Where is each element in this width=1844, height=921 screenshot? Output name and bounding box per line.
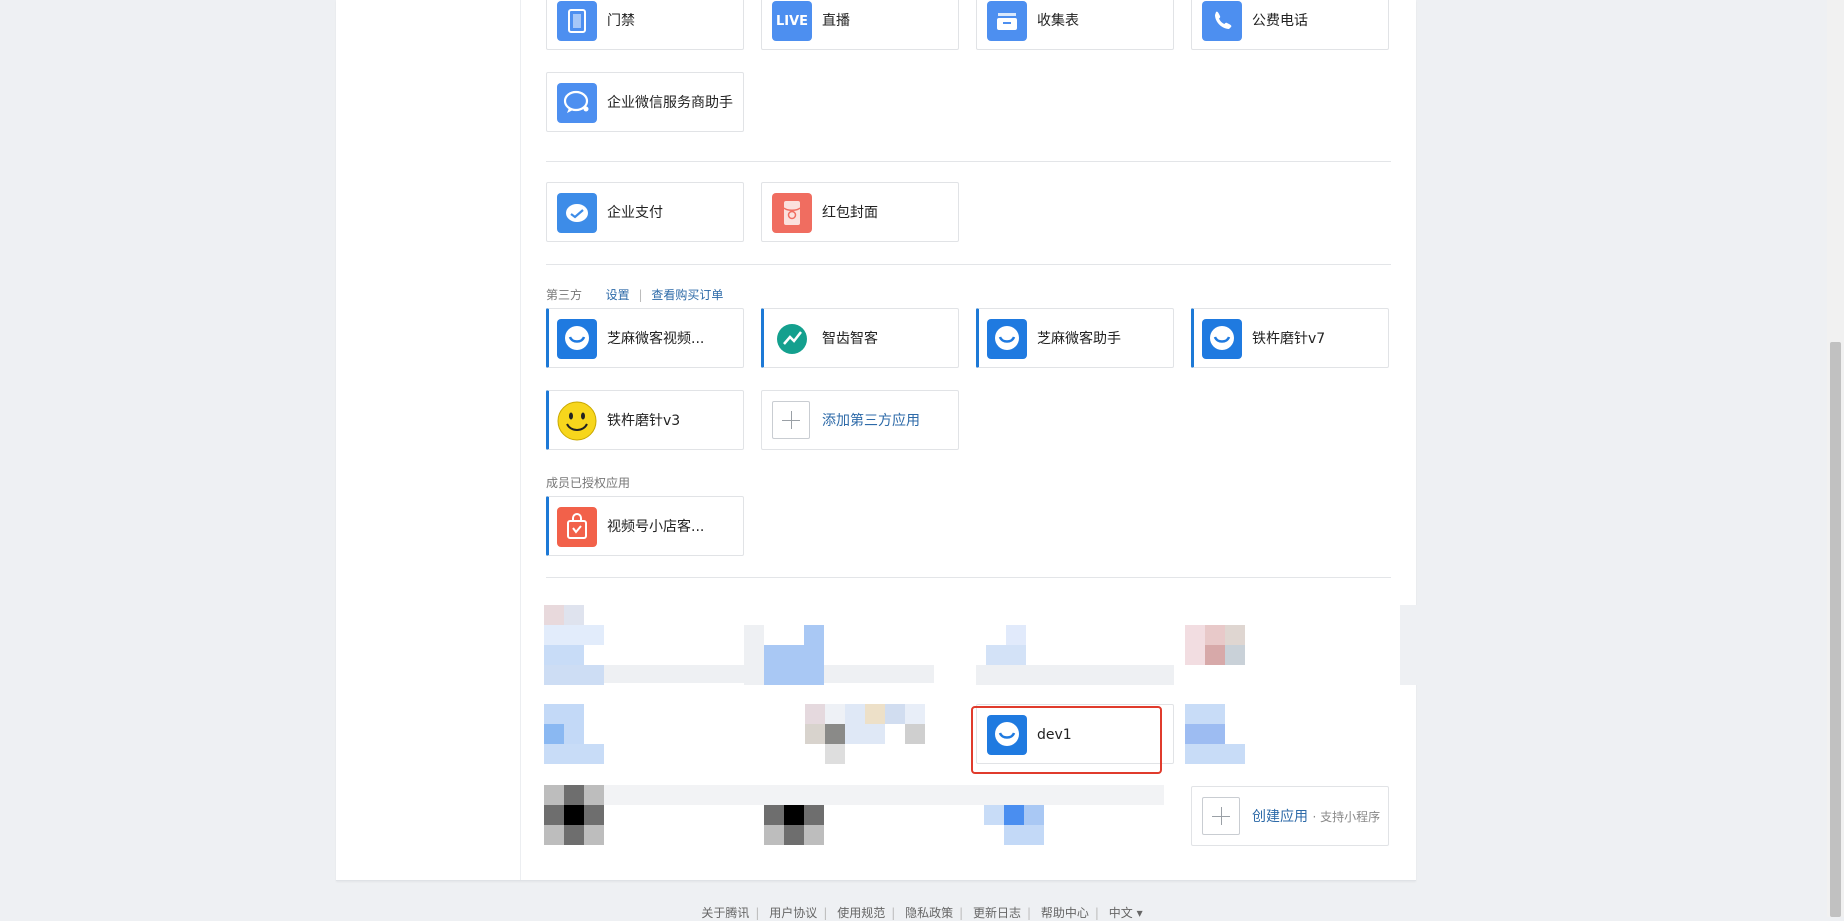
link-separator: |	[638, 288, 643, 302]
pixelated-bar	[604, 785, 1164, 805]
scrollbar[interactable]	[1827, 0, 1844, 917]
chart-leaf-icon	[772, 319, 812, 359]
footer-link-user-agreement[interactable]: 用户协议	[769, 906, 817, 920]
app-card-phone[interactable]: 公费电话	[1191, 0, 1389, 50]
app-card-zhima-assistant[interactable]: 芝麻微客助手	[976, 308, 1174, 368]
app-card-channel-shop[interactable]: 视频号小店客...	[546, 496, 744, 556]
app-label: 收集表	[1037, 13, 1079, 29]
pixelated-app-card[interactable]	[544, 605, 944, 685]
app-card-live[interactable]: LIVE 直播	[761, 0, 959, 50]
app-card-door[interactable]: 门禁	[546, 0, 744, 50]
highlight-frame	[971, 706, 1162, 774]
sidebar-divider	[520, 0, 521, 880]
chat-bubble-icon	[557, 83, 597, 123]
app-card-tiechu-v3[interactable]: 铁杵磨针v3	[546, 390, 744, 450]
settings-link[interactable]: 设置	[606, 288, 630, 302]
member-authorized-header: 成员已授权应用	[546, 474, 630, 491]
section-title: 成员已授权应用	[546, 476, 631, 490]
app-label: 公费电话	[1252, 13, 1308, 29]
pixelated-app-card[interactable]	[764, 625, 824, 685]
section-divider	[546, 577, 1391, 578]
phone-icon	[1202, 1, 1242, 41]
payment-icon	[557, 193, 597, 233]
footer-link-help[interactable]: 帮助中心	[1041, 906, 1089, 920]
footer-link-privacy[interactable]: 隐私政策	[905, 906, 953, 920]
create-app-button[interactable]: 创建应用 · 支持小程序	[1191, 786, 1389, 846]
app-label: 芝麻微客助手	[1037, 331, 1121, 347]
app-label: 视频号小店客...	[607, 519, 705, 535]
view-orders-link[interactable]: 查看购买订单	[651, 288, 723, 302]
section-divider	[546, 161, 1391, 162]
pixelated-app-card[interactable]	[1185, 605, 1425, 685]
app-label: 企业支付	[607, 205, 663, 221]
plus-icon	[1202, 797, 1240, 835]
app-card-tiechu-v7[interactable]: 铁杵磨针v7	[1191, 308, 1389, 368]
language-selector[interactable]: 中文 ▾	[1109, 906, 1143, 920]
smile-bubble-icon	[1202, 319, 1242, 359]
pixelated-app-card[interactable]	[745, 704, 925, 764]
app-label: 智齿智客	[822, 331, 878, 347]
section-title: 第三方	[546, 288, 583, 302]
footer-link-usage-rules[interactable]: 使用规范	[837, 906, 885, 920]
app-label: 门禁	[607, 13, 635, 29]
pixelated-app-card[interactable]	[544, 785, 604, 845]
app-card-zhima-video[interactable]: 芝麻微客视频...	[546, 308, 744, 368]
footer-links: 关于腾讯 | 用户协议 | 使用规范 | 隐私政策 | 更新日志 | 帮助中心 | 中文 ▾	[701, 906, 1143, 920]
pixelated-app-card[interactable]	[976, 625, 1176, 685]
smile-bubble-icon	[987, 319, 1027, 359]
smile-bubble-icon	[557, 319, 597, 359]
scrollbar-thumb[interactable]	[1830, 342, 1841, 917]
app-card-collect-form[interactable]: 收集表	[976, 0, 1174, 50]
pixelated-app-card[interactable]	[1185, 704, 1245, 764]
app-card-zhichi[interactable]: 智齿智客	[761, 308, 959, 368]
footer-link-changelog[interactable]: 更新日志	[973, 906, 1021, 920]
app-label: 铁杵磨针v7	[1252, 331, 1326, 347]
live-icon: LIVE	[772, 1, 812, 41]
section-divider	[546, 264, 1391, 265]
door-icon	[557, 1, 597, 41]
footer-link-about[interactable]: 关于腾讯	[701, 906, 749, 920]
app-label: 红包封面	[822, 205, 878, 221]
plus-icon	[772, 401, 810, 439]
red-envelope-icon	[772, 193, 812, 233]
app-label: 直播	[822, 13, 850, 29]
app-label: 芝麻微客视频...	[607, 331, 705, 347]
pixelated-app-card[interactable]	[544, 704, 604, 764]
inbox-icon	[987, 1, 1027, 41]
app-card-red-envelope-cover[interactable]: 红包封面	[761, 182, 959, 242]
app-card-service-assistant[interactable]: 企业微信服务商助手	[546, 72, 744, 132]
app-label: 铁杵磨针v3	[607, 413, 681, 429]
app-card-enterprise-pay[interactable]: 企业支付	[546, 182, 744, 242]
smiley-face-icon	[557, 401, 597, 441]
add-label: 添加第三方应用	[822, 413, 920, 429]
app-label: 企业微信服务商助手	[607, 95, 733, 111]
third-party-header: 第三方 设置 | 查看购买订单	[546, 286, 723, 303]
shop-bag-icon	[557, 507, 597, 547]
create-app-label: 创建应用 · 支持小程序	[1252, 809, 1381, 825]
add-third-party-app-button[interactable]: 添加第三方应用	[761, 390, 959, 450]
create-app-subtext: · 支持小程序	[1312, 810, 1381, 824]
